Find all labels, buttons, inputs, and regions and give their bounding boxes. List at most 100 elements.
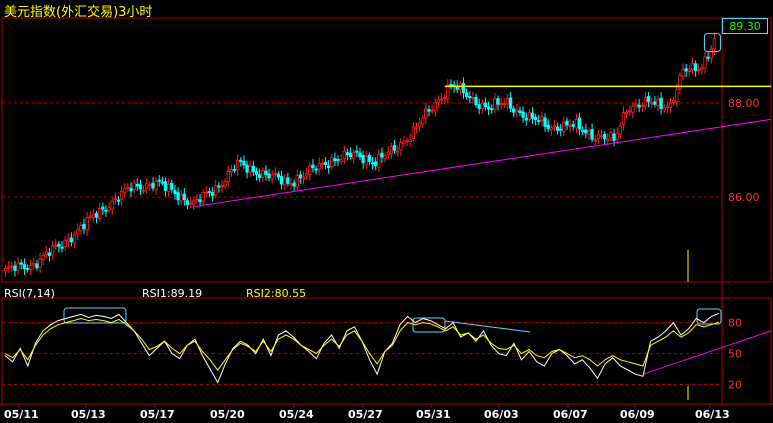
candle-down — [116, 199, 121, 202]
annotation-overlays — [63, 33, 772, 400]
candle-down — [524, 117, 528, 121]
candle-down — [653, 101, 657, 105]
candle-up — [502, 103, 506, 105]
candle-down — [659, 97, 663, 109]
candle-up — [220, 185, 224, 188]
candle-up — [301, 176, 306, 180]
candle-down — [543, 117, 547, 127]
candle-down — [276, 173, 281, 178]
candle-up — [113, 198, 118, 201]
candle-down — [101, 206, 105, 210]
candle-down — [135, 184, 139, 187]
candle-down — [104, 209, 108, 212]
candle-up — [289, 183, 293, 186]
candle-down — [555, 126, 560, 131]
candle-up — [54, 244, 58, 247]
candle-up — [141, 189, 146, 192]
candle-down — [508, 97, 513, 109]
candle-down — [264, 170, 268, 175]
candle-up — [386, 151, 390, 155]
candle-up — [126, 186, 130, 189]
x-tick-label: 05/20 — [210, 408, 245, 421]
support-trend-line — [193, 118, 772, 208]
candle-up — [50, 245, 55, 256]
candle-down — [35, 263, 39, 269]
candle-down — [311, 164, 315, 169]
candle-down — [546, 124, 550, 129]
candle-up — [618, 125, 622, 135]
candle-up — [88, 215, 92, 218]
candle-down — [565, 120, 569, 126]
candle-down — [474, 96, 478, 106]
candle-down — [245, 164, 249, 173]
candle-down — [185, 200, 190, 206]
candle-down — [292, 182, 296, 187]
candle-up — [192, 200, 196, 205]
candle-down — [464, 92, 469, 97]
candle-down — [210, 192, 215, 196]
candle-up — [424, 108, 428, 119]
candle-up — [621, 112, 626, 125]
rsi2-value-label: RSI2:80.55 — [246, 287, 307, 300]
candle-down — [374, 161, 378, 167]
candle-down — [160, 181, 165, 184]
candle-up — [668, 102, 673, 108]
candle-down — [19, 262, 23, 265]
candle-down — [581, 130, 585, 132]
candle-up — [383, 155, 387, 159]
candle-up — [634, 103, 638, 106]
candle-down — [559, 128, 563, 131]
price-tick-label: 88.00 — [728, 97, 760, 110]
candle-down — [518, 110, 522, 114]
candle-up — [609, 132, 613, 139]
candle-up — [499, 103, 503, 106]
rsi1-value-label: RSI1:89.19 — [142, 287, 203, 300]
candle-down — [577, 117, 582, 130]
candle-down — [355, 150, 359, 153]
candle-up — [606, 138, 610, 141]
candle-down — [646, 96, 651, 103]
candle-down — [333, 158, 337, 162]
candle-up — [493, 98, 497, 110]
candle-down — [94, 213, 99, 218]
price-tick-label: 86.00 — [728, 191, 760, 204]
candle-down — [584, 129, 588, 134]
candle-up — [195, 198, 199, 201]
x-tick-label: 06/07 — [553, 408, 588, 421]
candle-up — [123, 188, 127, 194]
candle-down — [590, 129, 594, 140]
candle-down — [129, 187, 133, 192]
candle-down — [637, 104, 641, 108]
candle-down — [22, 264, 27, 270]
candle-up — [236, 159, 240, 171]
candle-down — [69, 237, 74, 243]
x-tick-label: 05/24 — [279, 408, 314, 421]
candle-up — [562, 121, 566, 132]
candle-down — [358, 152, 362, 158]
candle-up — [145, 183, 149, 190]
x-tick-label: 05/13 — [71, 408, 106, 421]
candle-up — [675, 89, 679, 102]
rsi-divergence-line — [444, 320, 531, 333]
candle-down — [392, 145, 397, 151]
chart-canvas: 88.0086.00805020 05/11 05/13 05/17 05/20 05/… — [0, 17, 773, 421]
candle-up — [587, 130, 591, 135]
candle-down — [461, 83, 466, 94]
candle-down — [182, 193, 187, 201]
candle-up — [261, 170, 265, 178]
candle-up — [320, 163, 325, 165]
rsi-tick-label: 20 — [728, 379, 742, 392]
candle-down — [232, 168, 237, 171]
candle-up — [107, 207, 111, 211]
candle-up — [480, 102, 484, 109]
candle-up — [599, 135, 604, 138]
candle-up — [549, 127, 553, 131]
candle-up — [712, 38, 717, 50]
candle-down — [267, 173, 271, 179]
candle-up — [98, 208, 102, 220]
candle-down — [693, 63, 698, 72]
candle-down — [13, 265, 17, 271]
candle-up — [568, 125, 572, 128]
candle-up — [643, 97, 648, 107]
chart-frame — [0, 17, 773, 405]
